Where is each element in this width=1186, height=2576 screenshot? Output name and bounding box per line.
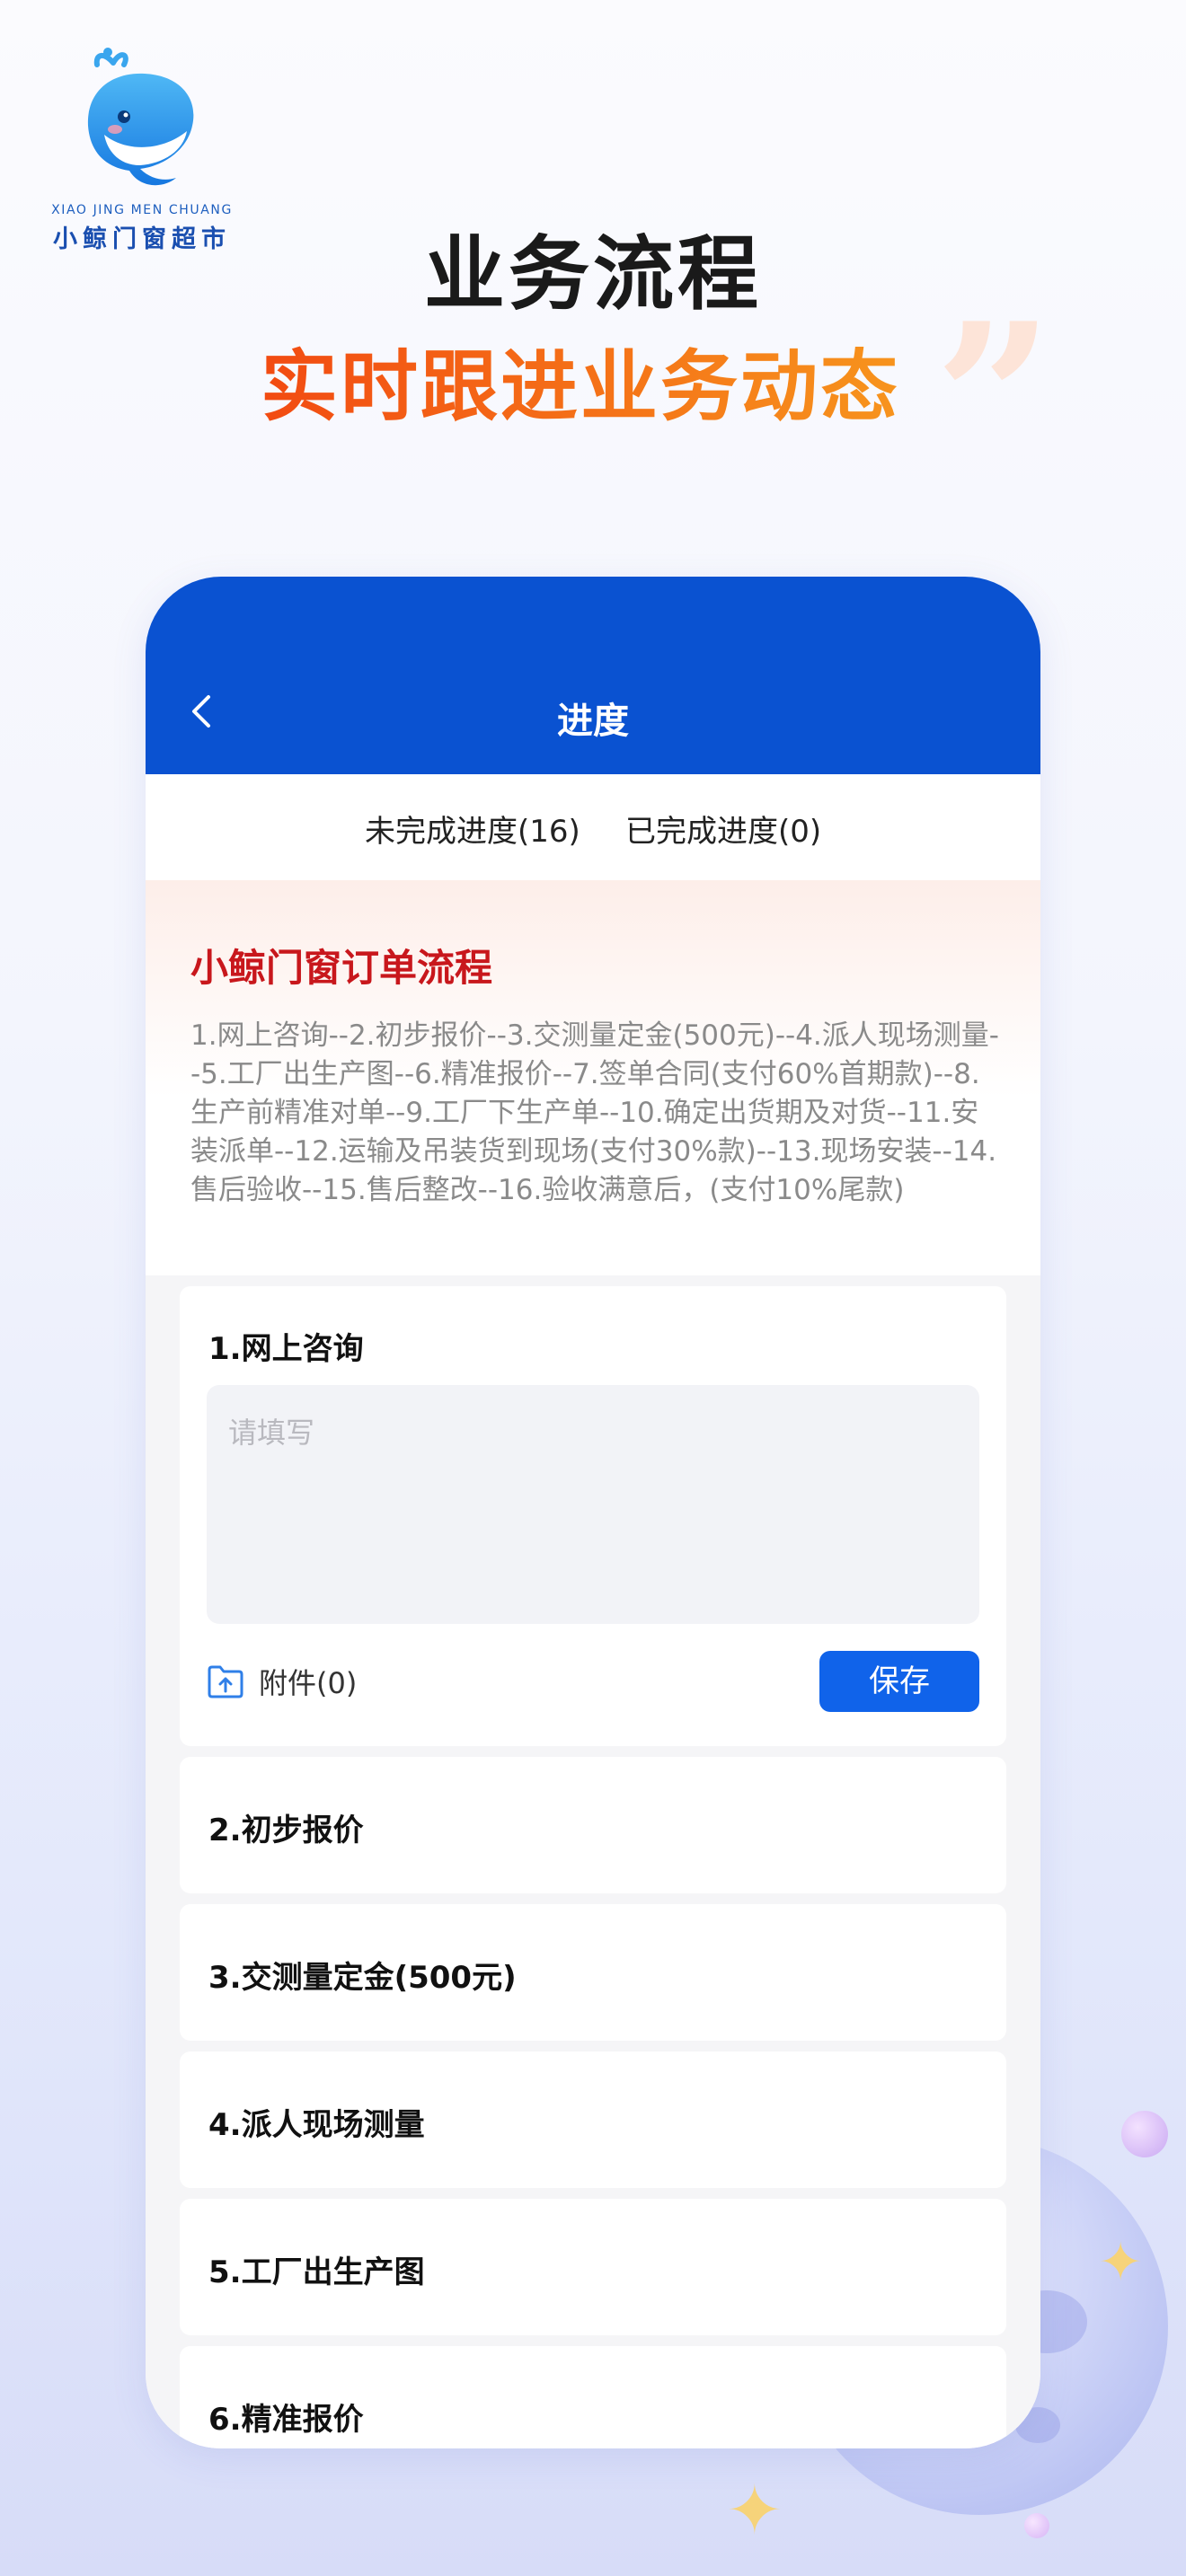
bubble-decoration: [1121, 2111, 1168, 2157]
step-title: 3.交测量定金(500元): [208, 1960, 517, 1996]
step-card[interactable]: 2.初步报价: [180, 1757, 1006, 1893]
step-note-placeholder: 请填写: [228, 1416, 315, 1450]
step-card: 1.网上咨询 请填写 附件(0) 保存: [180, 1286, 1006, 1746]
process-title: 小鲸门窗订单流程: [190, 946, 493, 990]
step-card[interactable]: 4.派人现场测量: [180, 2051, 1006, 2188]
process-intro: 小鲸门窗订单流程 1.网上咨询--2.初步报价--3.交测量定金(500元)--…: [146, 880, 1040, 1275]
steps-list: 1.网上咨询 请填写 附件(0) 保存 2.初步报价 3.交测量定金(500元)…: [146, 1275, 1040, 2448]
step-card[interactable]: 6.精准报价: [180, 2346, 1006, 2448]
tab-bar: 未完成进度(16) 已完成进度(0): [146, 774, 1040, 880]
star-decoration-icon: ✦: [726, 2470, 783, 2550]
process-description: 1.网上咨询--2.初步报价--3.交测量定金(500元)--4.派人现场测量-…: [190, 1019, 999, 1206]
folder-upload-icon: [208, 1665, 243, 1698]
quote-mark-icon: ”: [934, 278, 1054, 521]
page-title: 进度: [557, 701, 629, 742]
phone-screen: 进度 未完成进度(16) 已完成进度(0) 小鲸门窗订单流程 1.网上咨询--2…: [146, 577, 1040, 2448]
step-title: 2.初步报价: [208, 1813, 364, 1848]
step-title: 1.网上咨询: [208, 1331, 364, 1367]
attachment-button[interactable]: 附件(0): [207, 1660, 357, 1703]
nav-bar: 进度: [146, 577, 1040, 774]
whale-logo-icon: [87, 48, 194, 186]
attachment-label: 附件(0): [259, 1666, 358, 1700]
tab-incomplete[interactable]: 未完成进度(16): [365, 807, 580, 851]
tab-complete[interactable]: 已完成进度(0): [625, 807, 821, 851]
step-card[interactable]: 3.交测量定金(500元): [180, 1904, 1006, 2041]
star-decoration-icon: ✦: [1098, 2231, 1144, 2294]
step-title: 6.精准报价: [208, 2402, 364, 2438]
save-button[interactable]: 保存: [819, 1651, 979, 1712]
step-title: 5.工厂出生产图: [208, 2254, 425, 2290]
step-note-input[interactable]: 请填写: [207, 1385, 979, 1624]
hero-subtitle: 实时跟进业务动态: [261, 323, 900, 436]
bubble-decoration: [1024, 2513, 1049, 2538]
step-title: 4.派人现场测量: [208, 2107, 425, 2143]
step-card[interactable]: 5.工厂出生产图: [180, 2199, 1006, 2335]
